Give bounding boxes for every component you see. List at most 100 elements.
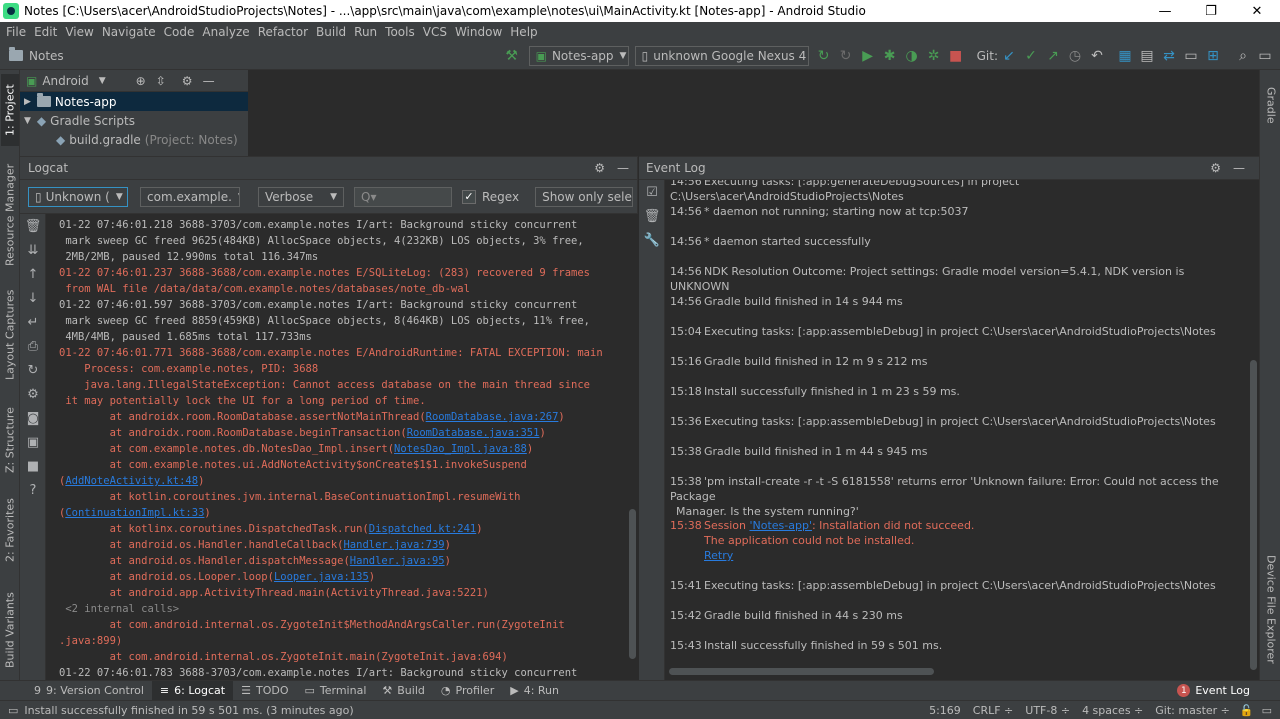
line-separator[interactable]: CRLF ÷	[967, 704, 1020, 717]
up-arrow-icon[interactable]: ↑	[20, 262, 46, 286]
menu-help[interactable]: Help	[506, 25, 541, 39]
tab-device-file-explorer[interactable]: Device File Explorer	[1262, 554, 1280, 664]
gear-icon[interactable]: ⚙	[594, 161, 605, 175]
apply-code-changes-icon[interactable]: ↻	[835, 45, 857, 67]
project-structure-icon[interactable]: ▦	[1114, 45, 1136, 67]
source-link[interactable]: RoomDatabase.java:267	[426, 411, 559, 423]
menu-tools[interactable]: Tools	[381, 25, 419, 39]
menu-navigate[interactable]: Navigate	[98, 25, 160, 39]
gear-icon[interactable]: ⚙	[1210, 161, 1221, 175]
tab-layout-captures[interactable]: Layout Captures	[1, 285, 19, 385]
rollback-icon[interactable]: ↶	[1086, 45, 1108, 67]
sdk-manager-icon[interactable]: ▤	[1136, 45, 1158, 67]
source-link[interactable]: Handler.java:739	[343, 539, 444, 551]
tab-version-control[interactable]: 9 9: Version Control	[26, 681, 152, 701]
memory-indicator-icon[interactable]: ▭	[1258, 704, 1280, 717]
tab-todo[interactable]: ☰ TODO	[233, 681, 296, 701]
tab-run[interactable]: ▶ 4: Run	[502, 681, 567, 701]
apply-changes-icon[interactable]: ↻	[813, 45, 835, 67]
event-log-horizontal-scrollbar[interactable]	[669, 668, 934, 675]
screenshot-camera-icon[interactable]: ◙	[20, 406, 46, 430]
regex-checkbox[interactable]: ✓	[462, 189, 476, 204]
tab-gradle[interactable]: Gradle	[1262, 76, 1280, 134]
tree-item-notes-app[interactable]: ▶ Notes-app	[20, 92, 248, 111]
tab-project[interactable]: 1: Project	[1, 74, 19, 146]
event-log-scrollbar[interactable]	[1248, 180, 1259, 680]
tab-event-log[interactable]: 1 Event Log	[1169, 681, 1258, 701]
retry-link[interactable]: Retry	[704, 549, 733, 562]
source-link[interactable]: Handler.java:95	[350, 555, 445, 567]
menu-file[interactable]: File	[2, 25, 30, 39]
settings-wrench-icon[interactable]: 🔧	[639, 228, 665, 252]
avd-manager-icon[interactable]: ▭	[1180, 45, 1202, 67]
source-link[interactable]: RoomDatabase.java:351	[407, 427, 540, 439]
search-icon[interactable]: ⌕	[1232, 45, 1254, 67]
minimize-button[interactable]: —	[1142, 0, 1188, 22]
tab-terminal[interactable]: ▭ Terminal	[296, 681, 374, 701]
profile-icon[interactable]: ◑	[901, 45, 923, 67]
tab-resource-manager[interactable]: Resource Manager	[1, 160, 19, 270]
clear-logcat-trash-icon[interactable]: 🗑	[20, 214, 46, 238]
tab-structure[interactable]: Z: Structure	[1, 400, 19, 480]
down-arrow-icon[interactable]: ↓	[20, 286, 46, 310]
event-notification-icon[interactable]: ▭	[1254, 45, 1276, 67]
menu-vcs[interactable]: VCS	[419, 25, 451, 39]
restart-icon[interactable]: ↻	[20, 358, 46, 382]
menu-refactor[interactable]: Refactor	[254, 25, 312, 39]
tab-profiler[interactable]: ◔ Profiler	[433, 681, 502, 701]
attach-debugger-icon[interactable]: ✲	[923, 45, 945, 67]
show-only-selected-select[interactable]: Show only sele ▼	[535, 186, 634, 207]
menu-edit[interactable]: Edit	[30, 25, 61, 39]
tree-item-build-gradle[interactable]: ◆ build.gradle (Project: Notes)	[20, 130, 248, 149]
close-window-button[interactable]: ✕	[1234, 0, 1280, 22]
logcat-output[interactable]: 01-22 07:46:01.218 3688-3703/com.example…	[47, 214, 625, 680]
screen-record-icon[interactable]: ▣	[20, 430, 46, 454]
tree-item-gradle-scripts[interactable]: ▼ ◆ Gradle Scripts	[20, 111, 248, 130]
tab-logcat[interactable]: ≡ 6: Logcat	[151, 680, 234, 701]
lock-icon[interactable]: 🔓	[1236, 704, 1258, 717]
git-update-icon[interactable]: ↙	[998, 45, 1020, 67]
scroll-to-end-icon[interactable]: ⇊	[20, 238, 46, 262]
history-icon[interactable]: ◷	[1064, 45, 1086, 67]
scroll-thumb[interactable]	[1250, 360, 1257, 670]
gear-icon[interactable]: ⚙	[20, 382, 46, 406]
soft-wrap-icon[interactable]: ↵	[20, 310, 46, 334]
menu-analyze[interactable]: Analyze	[198, 25, 253, 39]
log-level-select[interactable]: Verbose ▼	[258, 186, 344, 207]
chevron-down-icon[interactable]: ▼	[99, 76, 106, 86]
stop-icon[interactable]: ■	[20, 454, 46, 478]
hide-panel-icon[interactable]: —	[1233, 161, 1245, 175]
menu-build[interactable]: Build	[312, 25, 350, 39]
maximize-button[interactable]: ❐	[1188, 0, 1234, 22]
mark-all-read-icon[interactable]: ☑	[639, 180, 665, 204]
source-link[interactable]: Looper.java:135	[274, 571, 369, 583]
gradle-sync-icon[interactable]: ⇄	[1158, 45, 1180, 67]
menu-window[interactable]: Window	[451, 25, 506, 39]
run-config-select[interactable]: ▣ Notes-app ▼	[528, 45, 629, 66]
device-filter-select[interactable]: ▯ Unknown ( ▼	[28, 186, 128, 207]
package-filter-select[interactable]: com.example. ▼	[140, 186, 240, 207]
hide-panel-icon[interactable]: —	[203, 74, 215, 88]
cursor-position[interactable]: 5:169	[923, 704, 967, 717]
indent-setting[interactable]: 4 spaces ÷	[1076, 704, 1149, 717]
status-message[interactable]: Install successfully finished in 59 s 50…	[18, 704, 923, 717]
hide-panel-icon[interactable]: —	[617, 161, 629, 175]
collapse-all-icon[interactable]: ⇳	[156, 74, 166, 88]
project-view-mode[interactable]: Android	[42, 74, 88, 88]
tab-favorites[interactable]: 2: Favorites	[1, 490, 19, 570]
tab-build-variants[interactable]: Build Variants	[1, 585, 19, 675]
source-link[interactable]: Dispatched.kt:241	[369, 523, 476, 535]
source-link[interactable]: ContinuationImpl.kt:33	[65, 507, 204, 519]
help-icon[interactable]: ?	[20, 478, 46, 502]
stop-icon[interactable]: ■	[945, 45, 967, 67]
menu-view[interactable]: View	[61, 25, 97, 39]
clear-all-trash-icon[interactable]: 🗑	[639, 204, 665, 228]
make-project-hammer-icon[interactable]: ⚒	[501, 45, 523, 67]
locate-icon[interactable]: ⊕	[136, 74, 146, 88]
file-encoding[interactable]: UTF-8 ÷	[1019, 704, 1076, 717]
logcat-search-input[interactable]: Q▾	[354, 186, 452, 207]
git-push-icon[interactable]: ↗	[1042, 45, 1064, 67]
source-link[interactable]: NotesDao_Impl.java:88	[394, 443, 527, 455]
menu-run[interactable]: Run	[350, 25, 381, 39]
scroll-thumb[interactable]	[629, 509, 636, 659]
